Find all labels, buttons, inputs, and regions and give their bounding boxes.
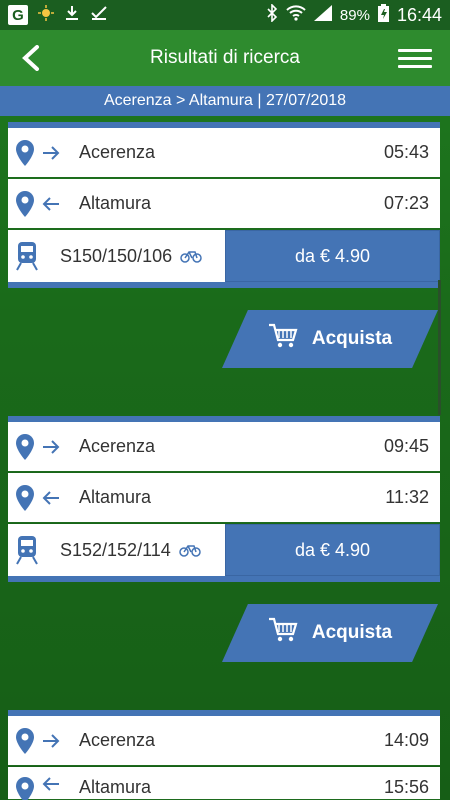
arrow-right-icon — [42, 439, 68, 454]
arrival-row: Altamura 15:56 — [8, 767, 440, 800]
departure-station: Acerenza — [79, 142, 156, 162]
price-box[interactable]: da € 4.90 — [225, 230, 440, 282]
chevron-left-icon — [22, 45, 39, 71]
departure-row: Acerenza 09:45 — [8, 422, 440, 472]
buy-button-label: Acquista — [311, 328, 393, 349]
buy-button[interactable]: Acquista — [222, 604, 438, 662]
arrival-row: Altamura 07:23 — [8, 179, 440, 229]
bicycle-icon — [179, 543, 201, 557]
arrival-station: Altamura — [79, 193, 152, 213]
location-pin-icon — [16, 190, 42, 217]
location-pin-icon — [16, 433, 42, 460]
location-pin-icon — [16, 727, 42, 754]
location-pin-icon — [16, 484, 42, 511]
train-icon — [16, 535, 50, 565]
departure-time: 05:43 — [383, 142, 429, 162]
download-icon — [64, 5, 80, 25]
google-icon: G — [8, 5, 28, 25]
arrow-left-icon — [42, 777, 68, 791]
arrival-station: Altamura — [79, 487, 152, 507]
arrival-station: Altamura — [79, 777, 152, 797]
arrow-left-icon — [42, 196, 68, 211]
page-title: Risultati di ricerca — [150, 47, 300, 68]
cart-icon — [268, 617, 298, 649]
departure-time: 14:09 — [383, 730, 429, 750]
bluetooth-icon — [266, 3, 278, 26]
battery-percent: 89% — [339, 6, 370, 24]
hamburger-icon — [398, 48, 432, 52]
arrow-left-icon — [42, 490, 68, 505]
price-box[interactable]: da € 4.90 — [225, 524, 440, 576]
departure-row: Acerenza 05:43 — [8, 128, 440, 178]
weather-icon — [38, 5, 54, 25]
arrow-right-icon — [42, 733, 68, 748]
location-pin-icon — [16, 777, 42, 800]
buy-button-label: Acquista — [311, 622, 393, 643]
arrival-row: Altamura 11:32 — [8, 473, 440, 523]
route-summary: Acerenza > Altamura | 27/07/2018 — [0, 86, 450, 116]
departure-time: 09:45 — [383, 436, 429, 456]
cart-icon — [268, 323, 298, 355]
check-icon — [90, 5, 108, 25]
departure-station: Acerenza — [79, 730, 156, 750]
status-bar: G 89% 16:44 — [0, 0, 450, 30]
train-code: S150/150/106 — [60, 245, 173, 266]
signal-icon — [313, 5, 332, 25]
train-row: S150/150/106 da € 4.90 — [8, 230, 440, 282]
bicycle-icon — [180, 249, 202, 263]
clock: 16:44 — [396, 4, 442, 25]
departure-station: Acerenza — [79, 436, 156, 456]
location-pin-icon — [16, 139, 42, 166]
train-icon — [16, 241, 50, 271]
arrival-time: 15:56 — [383, 777, 429, 797]
arrow-right-icon — [42, 145, 68, 160]
battery-icon — [377, 4, 389, 26]
train-code: S152/152/114 — [60, 539, 171, 560]
app-bar: Risultati di ricerca — [0, 30, 450, 86]
departure-row: Acerenza 14:09 — [8, 716, 440, 766]
arrival-time: 07:23 — [383, 193, 429, 213]
arrival-time: 11:32 — [385, 487, 429, 507]
scrollbar[interactable] — [438, 280, 441, 415]
back-button[interactable] — [14, 40, 48, 76]
wifi-icon — [286, 5, 306, 25]
menu-button[interactable] — [398, 44, 432, 72]
train-row: S152/152/114 da € 4.90 — [8, 524, 440, 576]
buy-button[interactable]: Acquista — [222, 310, 438, 368]
